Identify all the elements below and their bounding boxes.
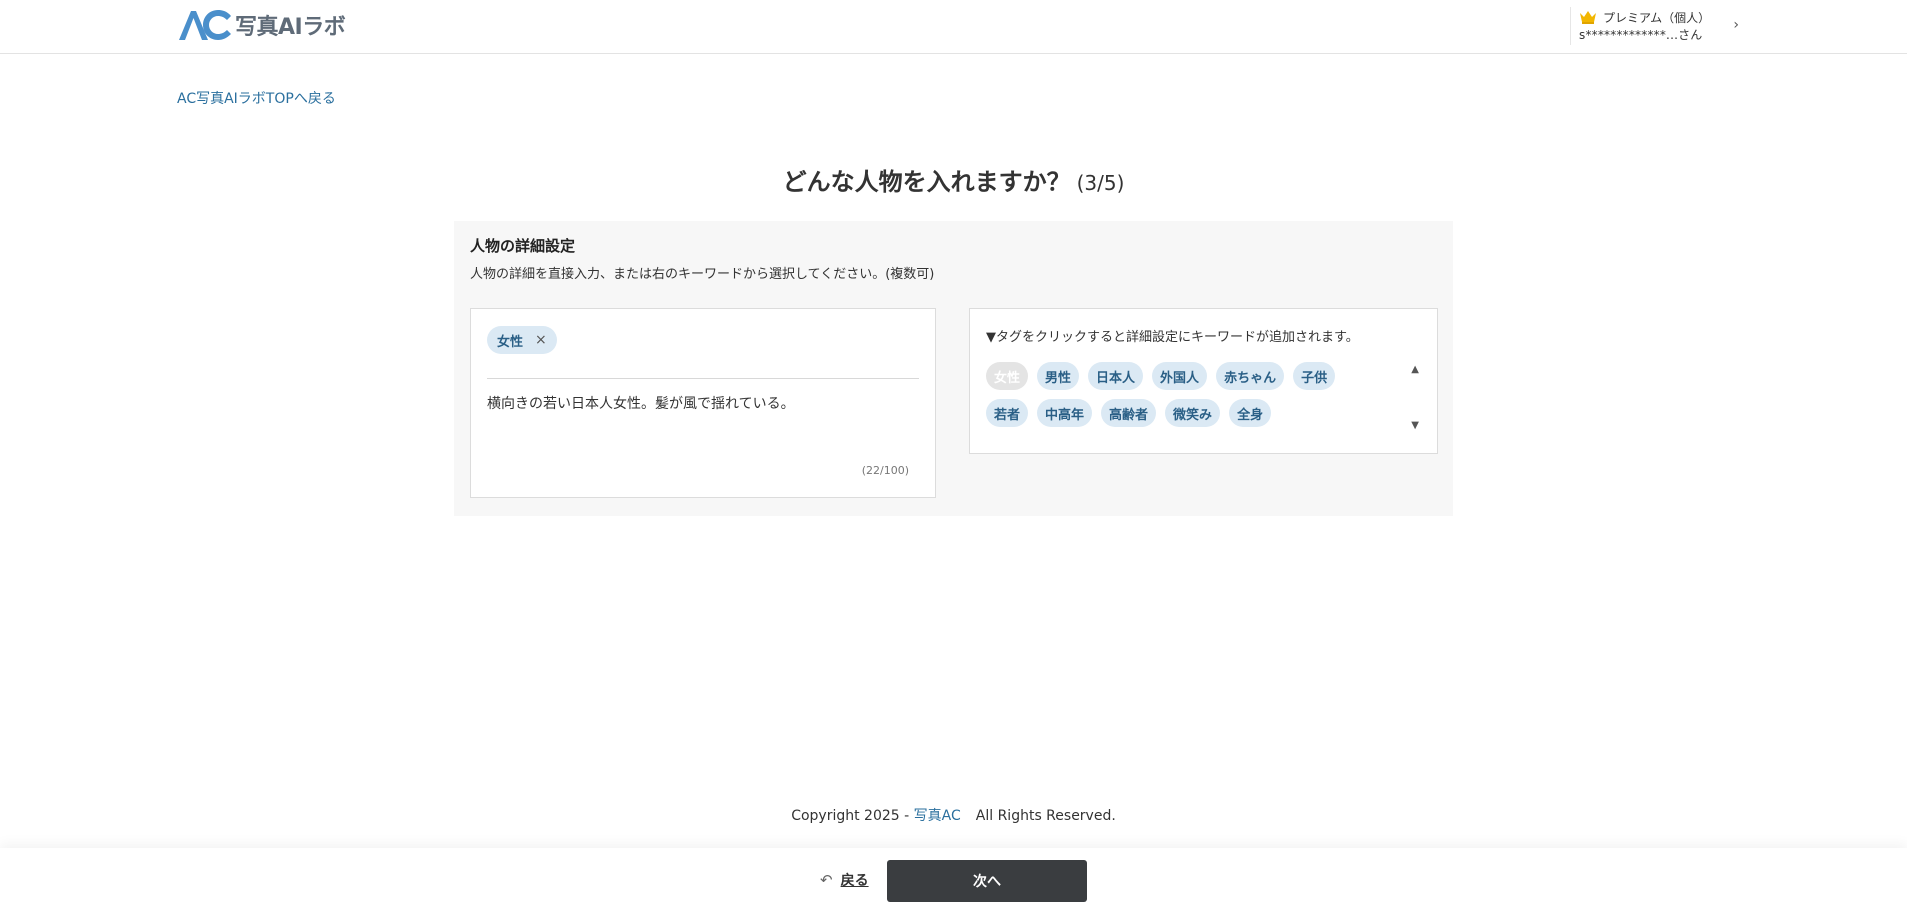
account-menu[interactable]: プレミアム（個人） s*************...さん › [1570,7,1741,45]
footer-brand-link[interactable]: 写真AC [914,808,961,824]
account-plan: プレミアム（個人） [1603,10,1711,25]
tag-young[interactable]: 若者 [986,399,1029,427]
site-logo[interactable]: 写真AIラボ [177,7,346,43]
tag-foreigner[interactable]: 外国人 [1152,362,1208,390]
tag-full-body[interactable]: 全身 [1229,399,1272,427]
tag-list: 女性 男性 日本人 外国人 赤ちゃん 子供 若者 中高年 高齢者 微笑み 全身 [986,362,1396,436]
next-button[interactable]: 次へ [887,860,1087,902]
copyright-rights: All Rights Reserved. [975,808,1116,824]
remove-tag-icon[interactable]: × [535,332,547,348]
selected-tag-chip: 女性 × [487,326,557,354]
tag-hint: ▼タグをクリックすると詳細設定にキーワードが追加されます。 [986,330,1359,345]
panel-title: 人物の詳細設定 [470,237,576,255]
tag-baby[interactable]: 赤ちゃん [1216,362,1285,390]
panel-description: 人物の詳細を直接入力、または右のキーワードから選択してください。(複数可) [470,267,935,282]
back-button[interactable]: ↶ 戻る [820,870,869,890]
chevron-right-icon: › [1733,17,1739,33]
step-indicator: (3/5) [1076,171,1125,195]
undo-arrow-icon: ↶ [820,871,833,889]
tag-japanese[interactable]: 日本人 [1088,362,1144,390]
copyright-prefix: Copyright 2025 - [791,808,914,824]
bottom-action-bar: ↶ 戻る 次へ [0,848,1907,916]
ac-logo-mark [179,10,231,40]
tag-elderly[interactable]: 高齢者 [1101,399,1157,427]
character-counter: (22/100) [861,464,909,477]
tag-row-1: 女性 男性 日本人 外国人 赤ちゃん 子供 [986,362,1396,392]
logo-text: 写真AIラボ [235,15,346,40]
tag-middle-aged[interactable]: 中高年 [1037,399,1093,427]
tag-row-2: 若者 中高年 高齢者 微笑み 全身 [986,399,1396,429]
keyword-tag-box: ▼タグをクリックすると詳細設定にキーワードが追加されます。 女性 男性 日本人 … [969,308,1438,454]
tag-male[interactable]: 男性 [1037,362,1080,390]
tag-smile[interactable]: 微笑み [1165,399,1221,427]
selected-tag-label: 女性 [497,334,524,350]
crown-icon [1580,11,1596,24]
footer-copyright: Copyright 2025 - 写真AC All Rights Reserved… [0,805,1907,825]
triangle-up-icon[interactable]: ▲ [1411,364,1419,375]
account-name: s*************...さん [1579,28,1703,42]
account-plan-row: プレミアム（個人） [1579,8,1741,26]
person-detail-panel: 人物の詳細設定 人物の詳細を直接入力、または右のキーワードから選択してください。… [454,221,1453,516]
back-to-top-link[interactable]: AC写真AIラボTOPへ戻る [177,88,336,108]
page-title-row: どんな人物を入れますか？ (3/5) [0,162,1907,197]
back-button-label: 戻る [840,873,869,889]
tag-child[interactable]: 子供 [1293,362,1336,390]
detail-input-box: 女性 × 横向きの若い日本人女性。髪が風で揺れている。 (22/100) [470,308,936,498]
detail-textarea[interactable]: 横向きの若い日本人女性。髪が風で揺れている。 [487,393,919,463]
triangle-down-icon[interactable]: ▼ [1411,420,1419,431]
tag-female: 女性 [986,362,1029,390]
page-title: どんな人物を入れますか？ [782,168,1071,196]
input-divider [487,378,919,379]
site-header: 写真AIラボ プレミアム（個人） s*************...さん › [0,0,1907,54]
